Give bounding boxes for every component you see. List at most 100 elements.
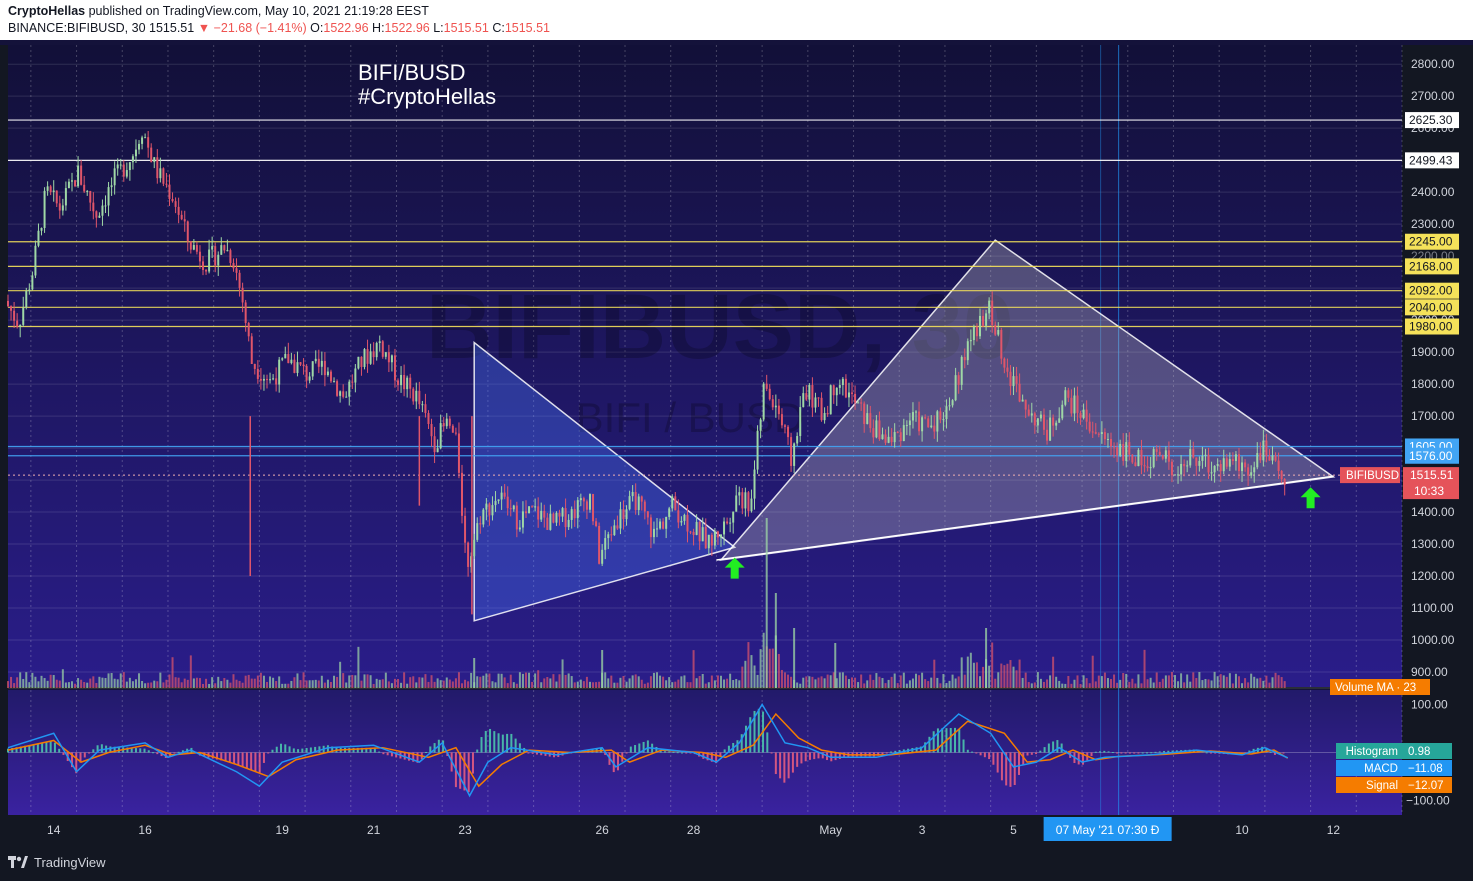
- author-name[interactable]: CryptoHellas: [8, 4, 85, 18]
- volume-bar: [625, 681, 628, 688]
- macd-histogram-bar: [1035, 752, 1038, 755]
- volume-bar: [476, 676, 479, 688]
- candle-body: [994, 324, 997, 335]
- candle-body: [339, 391, 342, 396]
- volume-bar: [924, 679, 927, 688]
- volume-bar: [482, 675, 485, 688]
- volume-bar: [1015, 670, 1018, 688]
- candle-body: [1134, 462, 1137, 467]
- candle-body: [1213, 465, 1216, 473]
- candle-body: [80, 165, 83, 185]
- volume-bar: [921, 672, 924, 688]
- volume-bar: [1070, 683, 1073, 688]
- volume-bar: [1152, 682, 1155, 688]
- volume-bar: [363, 674, 366, 688]
- candle-body: [908, 420, 911, 426]
- candle-body: [555, 512, 558, 523]
- macd-histogram-bar: [514, 738, 517, 753]
- candle-body: [387, 352, 390, 363]
- macd-histogram-bar: [971, 751, 974, 753]
- macd-histogram-bar: [992, 752, 995, 765]
- macd-histogram-bar: [1141, 752, 1144, 754]
- volume-bar: [610, 675, 613, 688]
- tradingview-logo-icon[interactable]: [8, 853, 28, 871]
- macd-histogram-bar: [813, 752, 816, 760]
- volume-bar: [427, 681, 430, 688]
- candle-body: [524, 511, 527, 514]
- time-tick-label: 5: [1010, 823, 1017, 837]
- volume-bar: [28, 682, 31, 688]
- candle-body: [771, 399, 774, 408]
- candle-body: [1064, 390, 1067, 405]
- volume-bar: [546, 677, 549, 688]
- macd-histogram-bar: [804, 752, 807, 762]
- macd-histogram-bar: [736, 740, 739, 753]
- volume-bar: [1018, 659, 1021, 688]
- candle-body: [930, 425, 933, 428]
- volume-bar: [982, 666, 985, 688]
- price-chart[interactable]: BIFIBUSD, 30 BIFI / BUSD 900.001000.0011…: [0, 40, 1473, 843]
- tradingview-brand[interactable]: TradingView: [34, 855, 106, 870]
- volume-bar: [588, 681, 591, 688]
- volume-bar: [899, 675, 902, 688]
- candle-body: [860, 402, 863, 404]
- candle-body: [905, 425, 908, 427]
- volume-ma-label: Volume MA · 23: [1335, 682, 1416, 694]
- candle-body: [397, 380, 400, 386]
- candle-body: [1046, 429, 1049, 441]
- candle-body: [357, 356, 360, 369]
- candle-body: [409, 377, 412, 389]
- candle-body: [741, 492, 744, 509]
- candle-body: [595, 521, 598, 527]
- volume-bar: [141, 680, 144, 688]
- volume-bar: [573, 682, 576, 688]
- candle-body: [46, 186, 49, 191]
- candle-body: [1195, 457, 1198, 466]
- volume-bar: [1046, 679, 1049, 688]
- volume-bar: [1100, 676, 1103, 688]
- volume-bar: [1219, 674, 1222, 688]
- volume-bar: [668, 677, 671, 688]
- volume-bar: [564, 674, 567, 688]
- volume-bar: [787, 674, 790, 688]
- macd-histogram-bar: [275, 746, 278, 753]
- candle-body: [430, 424, 433, 437]
- volume-bar: [287, 683, 290, 688]
- candle-body: [656, 528, 659, 530]
- candle-body: [1116, 447, 1119, 456]
- volume-bar: [649, 676, 652, 688]
- volume-bar: [780, 669, 783, 688]
- level-badge-label: 2625.30: [1409, 113, 1453, 127]
- volume-bar: [329, 681, 332, 688]
- volume-bar: [695, 678, 698, 688]
- volume-bar: [1137, 674, 1140, 688]
- volume-bar: [726, 678, 729, 688]
- volume-bar: [74, 683, 77, 688]
- candle-body: [122, 164, 125, 177]
- volume-bar: [223, 678, 226, 688]
- annotation-line2: #CryptoHellas: [358, 84, 496, 109]
- volume-bar: [604, 672, 607, 688]
- volume-bar: [1149, 677, 1152, 688]
- candle-body: [762, 383, 765, 420]
- candle-body: [991, 300, 994, 325]
- candle-body: [537, 506, 540, 520]
- candle-body: [576, 500, 579, 519]
- macd-histogram-bar: [501, 734, 504, 753]
- candle-body: [311, 361, 314, 377]
- candle-body: [716, 531, 719, 538]
- macd-histogram-bar: [634, 745, 637, 753]
- volume-bar: [232, 674, 235, 688]
- volume-bar: [893, 673, 896, 688]
- volume-bar: [357, 646, 360, 688]
- macd-histogram-bar: [1209, 752, 1212, 754]
- volume-bar: [1012, 666, 1015, 688]
- volume-bar: [936, 677, 939, 688]
- candle-body: [531, 506, 534, 508]
- candle-body: [1234, 454, 1237, 462]
- candle-body: [107, 187, 110, 206]
- volume-bar: [1131, 678, 1134, 688]
- candle-body: [719, 534, 722, 538]
- candle-body: [1070, 397, 1073, 414]
- candle-body: [284, 353, 287, 359]
